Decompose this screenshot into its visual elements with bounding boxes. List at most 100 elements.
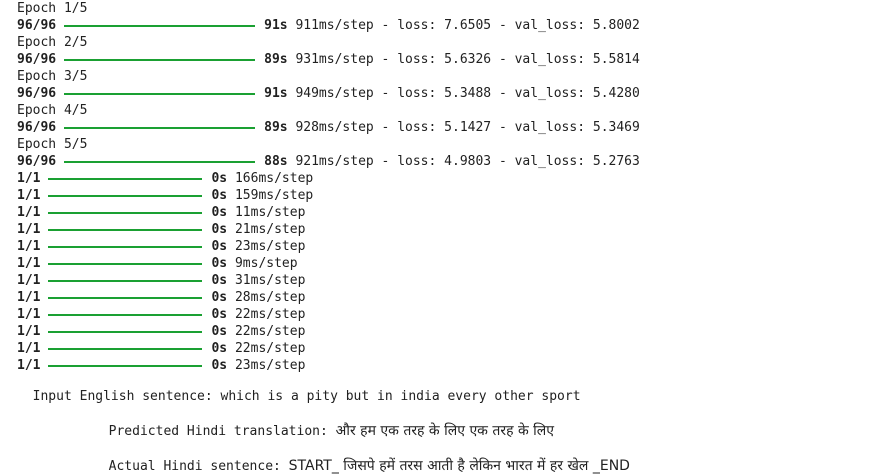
progress-bar	[48, 330, 203, 333]
progress-bar	[48, 211, 203, 214]
training-log-output: Epoch 1/5 96/96 91s 911ms/step - loss: 7.6…	[17, 0, 887, 374]
elapsed-time: 0s	[211, 171, 228, 186]
predict-progress-line: 1/1 0s 31ms/step	[17, 272, 887, 289]
step-count: 1/1	[17, 290, 41, 305]
step-time-text: 11ms/step	[234, 205, 306, 220]
step-count: 1/1	[17, 324, 41, 339]
progress-bar	[48, 262, 203, 265]
step-time-text: 166ms/step	[234, 171, 314, 186]
step-count: 1/1	[17, 341, 41, 356]
metrics-text: 928ms/step - loss: 5.1427 - val_loss: 5.…	[295, 120, 640, 135]
step-count: 96/96	[17, 154, 57, 169]
predict-progress-line: 1/1 0s 166ms/step	[17, 170, 887, 187]
predicted-label: Predicted Hindi translation:	[108, 424, 328, 439]
predict-progress-line: 1/1 0s 22ms/step	[17, 306, 887, 323]
epoch-progress-line: 96/96 88s 921ms/step - loss: 4.9803 - val…	[17, 153, 887, 170]
progress-bar	[48, 296, 203, 299]
step-count: 1/1	[17, 222, 41, 237]
step-time-text: 159ms/step	[234, 188, 314, 203]
elapsed-time: 0s	[211, 205, 228, 220]
step-count: 96/96	[17, 52, 57, 67]
step-count: 1/1	[17, 205, 41, 220]
actual-sentence-line: Actual Hindi sentence: START_ जिसपे हमें…	[93, 441, 630, 475]
progress-bar	[64, 24, 256, 27]
actual-label: Actual Hindi sentence:	[108, 459, 281, 474]
step-count: 1/1	[17, 188, 41, 203]
step-count: 96/96	[17, 86, 57, 101]
predict-progress-line: 1/1 0s 22ms/step	[17, 340, 887, 357]
predict-progress-line: 1/1 0s 28ms/step	[17, 289, 887, 306]
metrics-text: 931ms/step - loss: 5.6326 - val_loss: 5.…	[295, 52, 640, 67]
step-count: 1/1	[17, 358, 41, 373]
step-count: 1/1	[17, 171, 41, 186]
step-time-text: 21ms/step	[234, 222, 306, 237]
elapsed-time: 0s	[211, 239, 228, 254]
predict-progress-line: 1/1 0s 22ms/step	[17, 323, 887, 340]
elapsed-time: 0s	[211, 341, 228, 356]
metrics-text: 949ms/step - loss: 5.3488 - val_loss: 5.…	[295, 86, 640, 101]
epoch-progress-line: 96/96 91s 911ms/step - loss: 7.6505 - val…	[17, 17, 887, 34]
predict-progress-line: 1/1 0s 159ms/step	[17, 187, 887, 204]
step-count: 96/96	[17, 120, 57, 135]
progress-bar	[48, 364, 203, 367]
epoch-header: Epoch 4/5	[17, 102, 887, 119]
progress-bar	[48, 228, 203, 231]
predict-progress-line: 1/1 0s 11ms/step	[17, 204, 887, 221]
step-time-text: 28ms/step	[234, 290, 306, 305]
elapsed-time: 91s	[264, 18, 288, 33]
predict-progress-line: 1/1 0s 9ms/step	[17, 255, 887, 272]
progress-bar	[64, 126, 256, 129]
epoch-header-text: Epoch 1/5	[17, 1, 88, 16]
progress-bar	[48, 194, 203, 197]
epoch-progress-line: 96/96 89s 928ms/step - loss: 5.1427 - val…	[17, 119, 887, 136]
predicted-translation-line: Predicted Hindi translation: और हम एक तर…	[93, 406, 554, 440]
epoch-header: Epoch 3/5	[17, 68, 887, 85]
step-time-text: 22ms/step	[234, 341, 306, 356]
elapsed-time: 91s	[264, 86, 288, 101]
epoch-header-text: Epoch 5/5	[17, 137, 88, 152]
progress-bar	[64, 160, 256, 163]
input-label: Input English sentence:	[32, 389, 213, 404]
elapsed-time: 0s	[211, 273, 228, 288]
elapsed-time: 0s	[211, 188, 228, 203]
progress-bar	[48, 313, 203, 316]
predicted-text: और हम एक तरह के लिए एक तरह के लिए	[335, 423, 555, 439]
actual-text: START_ जिसपे हमें तरस आती है लेकिन भारत …	[288, 458, 630, 474]
elapsed-time: 0s	[211, 222, 228, 237]
progress-bar	[48, 347, 203, 350]
input-sentence-line: Input English sentence: which is a pity …	[17, 374, 581, 404]
elapsed-time: 89s	[264, 52, 288, 67]
progress-bar	[48, 177, 203, 180]
predict-progress-line: 1/1 0s 23ms/step	[17, 357, 887, 374]
step-count: 1/1	[17, 273, 41, 288]
predict-progress-line: 1/1 0s 23ms/step	[17, 238, 887, 255]
step-count: 1/1	[17, 256, 41, 271]
metrics-text: 921ms/step - loss: 4.9803 - val_loss: 5.…	[295, 154, 640, 169]
epoch-header: Epoch 5/5	[17, 136, 887, 153]
step-time-text: 9ms/step	[234, 256, 298, 271]
epoch-progress-line: 96/96 91s 949ms/step - loss: 5.3488 - val…	[17, 85, 887, 102]
step-count: 1/1	[17, 239, 41, 254]
epoch-header: Epoch 2/5	[17, 34, 887, 51]
step-time-text: 23ms/step	[234, 358, 306, 373]
step-count: 96/96	[17, 18, 57, 33]
metrics-text: 911ms/step - loss: 7.6505 - val_loss: 5.…	[295, 18, 640, 33]
elapsed-time: 0s	[211, 290, 228, 305]
input-text: which is a pity but in india every other…	[220, 389, 581, 404]
progress-bar	[64, 92, 256, 95]
epoch-header: Epoch 1/5	[17, 0, 887, 17]
progress-bar	[48, 279, 203, 282]
